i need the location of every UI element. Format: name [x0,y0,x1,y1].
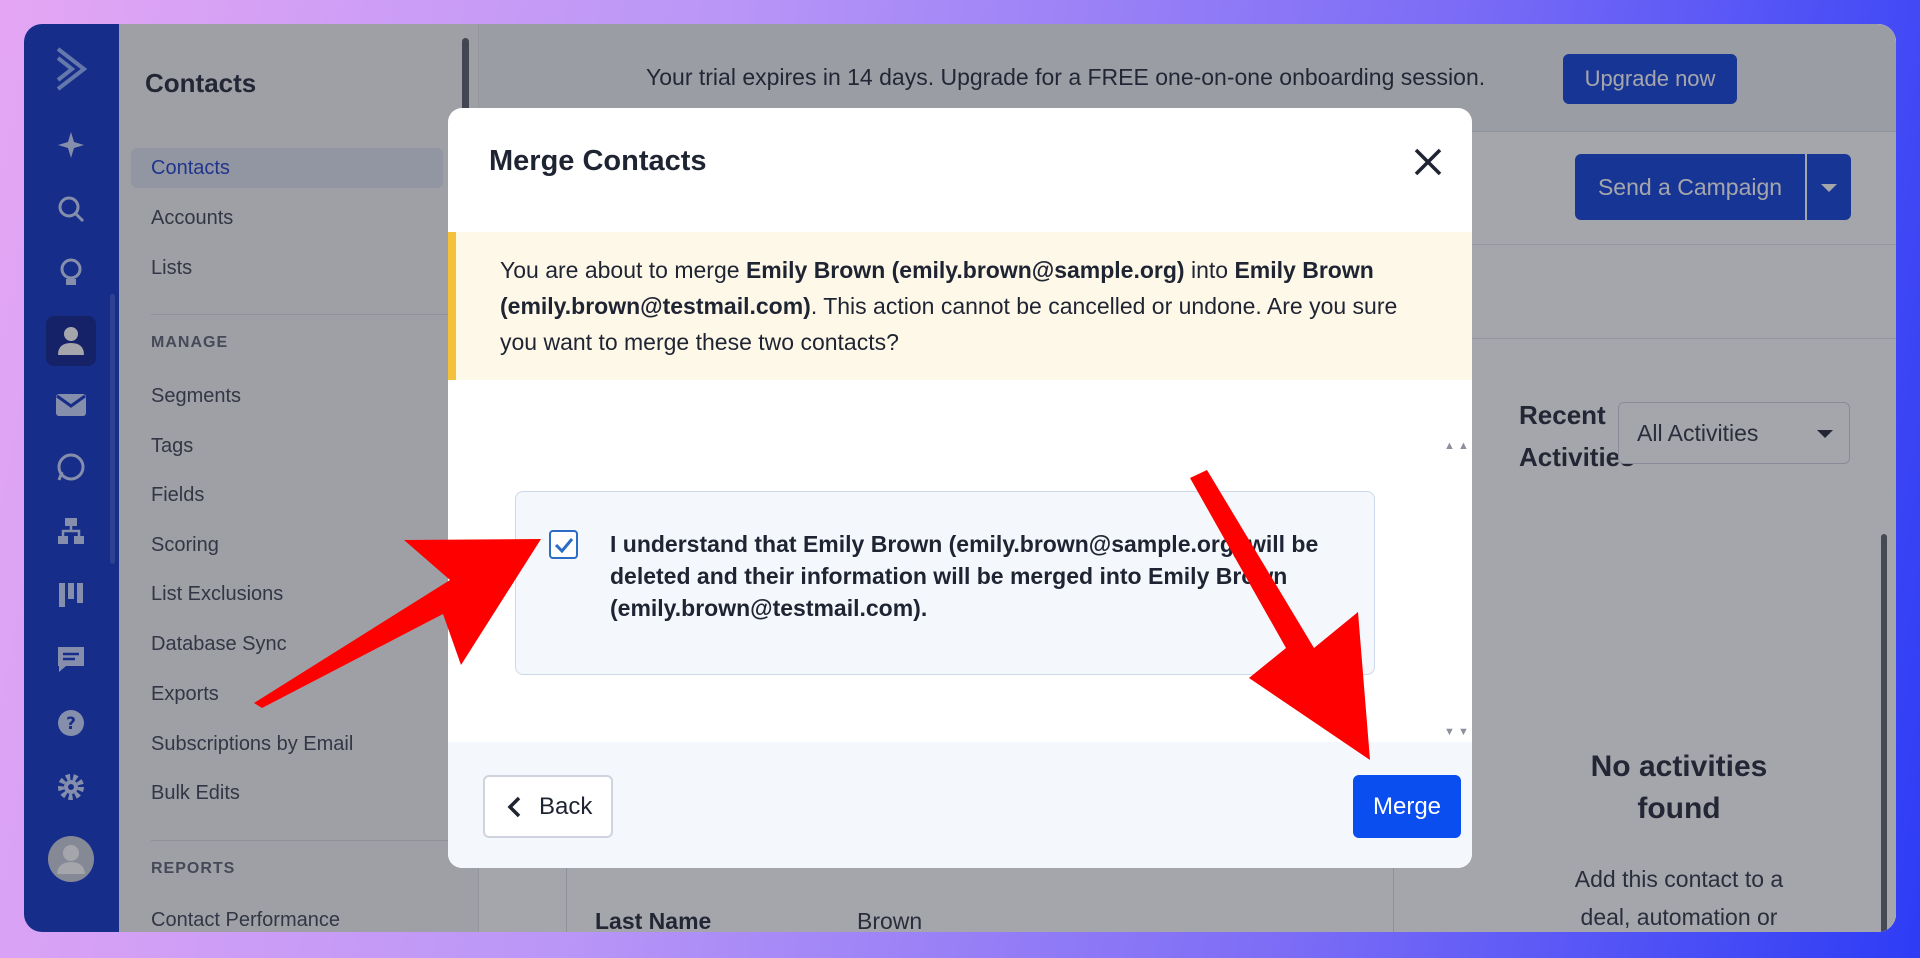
back-button[interactable]: Back [483,775,613,838]
source-contact: Emily Brown (emily.brown@sample.org) [745,257,1185,283]
chevron-left-icon [507,796,521,818]
modal-footer: Back Merge [448,742,1472,868]
warning-banner: You are about to merge Emily Brown (emil… [448,232,1472,380]
warning-text-part: You are about to merge [500,257,746,283]
confirm-text[interactable]: I understand that Emily Brown (emily.bro… [610,528,1350,624]
merge-contacts-modal: Merge Contacts You are about to merge Em… [448,108,1472,868]
scroll-up-arrow[interactable]: ▲ ▲ [1444,440,1469,452]
confirm-checkbox[interactable] [549,530,578,559]
modal-title: Merge Contacts [489,145,707,177]
app-window: ? Contacts Contacts Accounts Lists MANAG… [24,24,1896,932]
merge-button[interactable]: Merge [1353,775,1461,838]
back-label: Back [539,793,593,820]
confirmation-box: I understand that Emily Brown (emily.bro… [515,491,1375,675]
scroll-down-arrow[interactable]: ▼ ▼ [1444,726,1469,738]
close-button[interactable] [1408,142,1448,182]
warning-text: You are about to merge Emily Brown (emil… [500,252,1440,360]
checkmark-icon [554,538,574,554]
warning-text-part: into [1184,257,1235,283]
close-icon [1414,148,1442,176]
